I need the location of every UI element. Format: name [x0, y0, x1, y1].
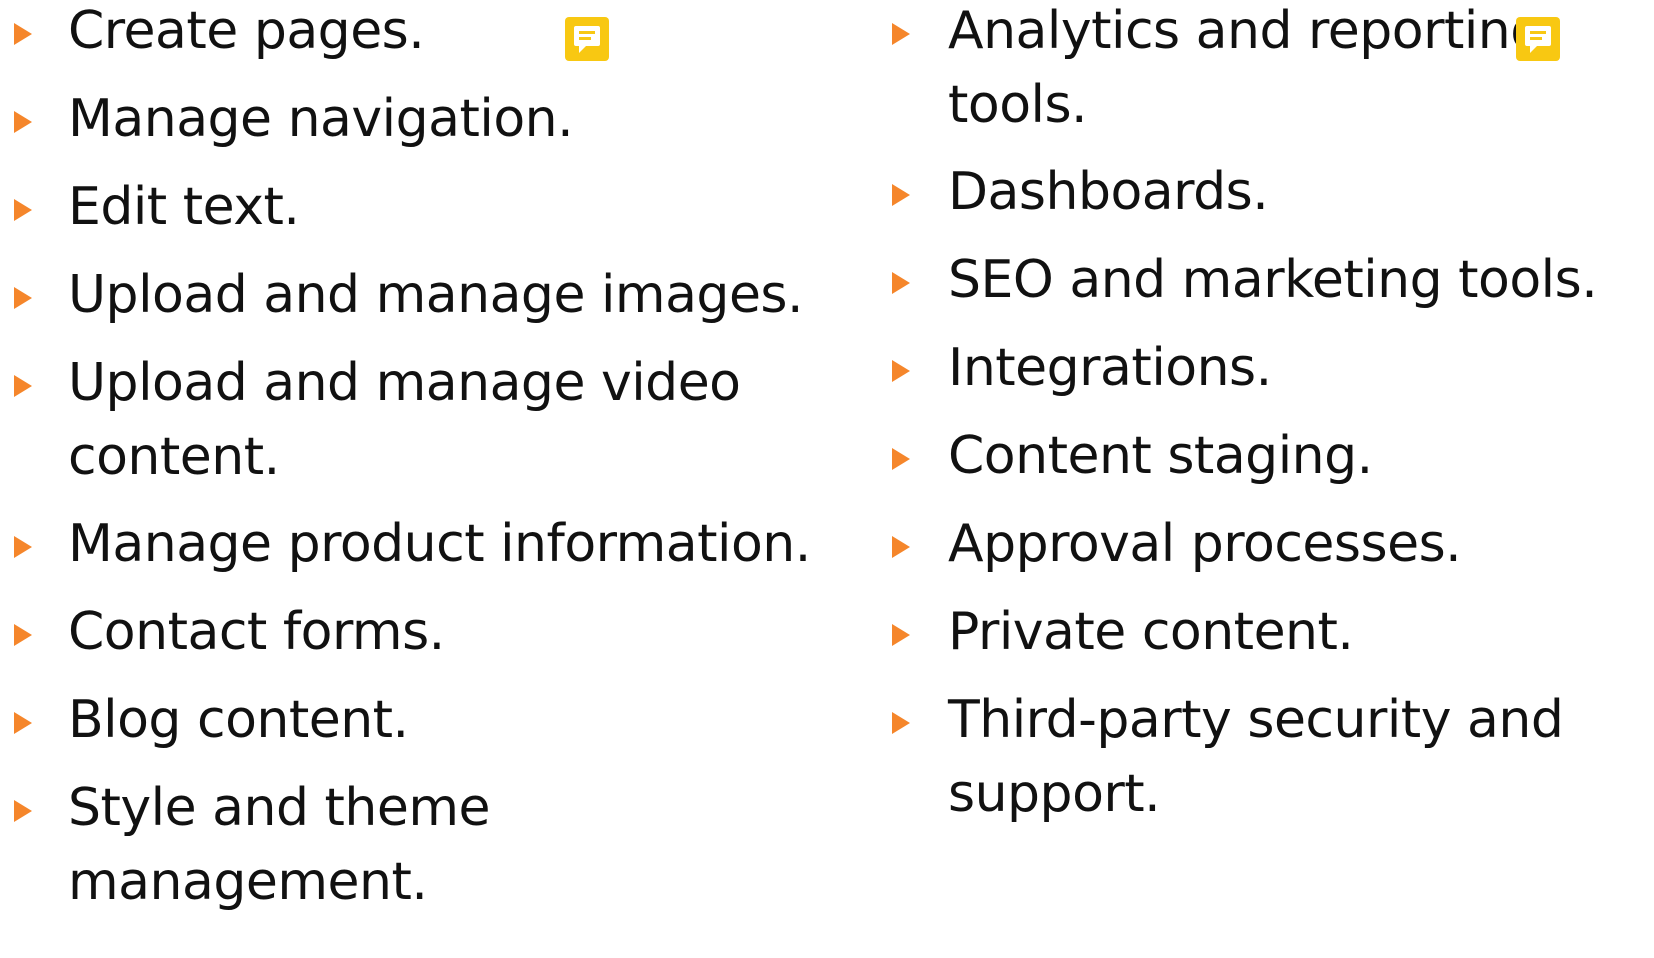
bullet-arrow-icon	[892, 23, 910, 45]
list-item-text: Manage navigation.	[68, 89, 574, 149]
bullet-arrow-icon	[14, 800, 32, 822]
bullet-arrow-icon	[892, 624, 910, 646]
list-item-text: Manage product information.	[68, 514, 811, 574]
list-item-text-continued: tools.	[948, 75, 1088, 135]
bullet-arrow-icon	[14, 199, 32, 221]
bullet-arrow-icon	[892, 360, 910, 382]
bullet-arrow-icon	[14, 375, 32, 397]
list-item-text-continued: content.	[68, 427, 280, 487]
list-item-text: Upload and manage images.	[68, 265, 804, 325]
bullet-arrow-icon	[14, 23, 32, 45]
list-item-text: Approval processes.	[948, 514, 1462, 574]
bullet-arrow-icon	[892, 272, 910, 294]
list-item-text: Dashboards.	[948, 162, 1269, 222]
bullet-arrow-icon	[892, 536, 910, 558]
bullet-arrow-icon	[892, 712, 910, 734]
list-item-text-continued: management.	[68, 852, 428, 912]
bullet-arrow-icon	[14, 624, 32, 646]
list-item-text: Integrations.	[948, 338, 1272, 398]
comment-icon[interactable]	[565, 17, 609, 61]
list-item-text: Create pages.	[68, 1, 425, 61]
bullet-arrow-icon	[14, 536, 32, 558]
comment-icon[interactable]	[1516, 17, 1560, 61]
list-item-text: SEO and marketing tools.	[948, 250, 1598, 310]
list-item-text: Third-party security and	[948, 690, 1564, 750]
list-item-text: Style and theme	[68, 778, 490, 838]
bullet-arrow-icon	[14, 287, 32, 309]
list-item-text: Edit text.	[68, 177, 300, 237]
bullet-arrow-icon	[14, 712, 32, 734]
list-item-text: Content staging.	[948, 426, 1373, 486]
list-item-text: Contact forms.	[68, 602, 445, 662]
bullet-arrow-icon	[892, 184, 910, 206]
list-item-text: Analytics and reporting	[948, 1, 1543, 61]
list-item-text-continued: support.	[948, 764, 1161, 824]
bullet-arrow-icon	[892, 448, 910, 470]
list-item-text: Blog content.	[68, 690, 409, 750]
list-item-text: Upload and manage video	[68, 353, 741, 413]
bullet-arrow-icon	[14, 111, 32, 133]
list-item-text: Private content.	[948, 602, 1354, 662]
